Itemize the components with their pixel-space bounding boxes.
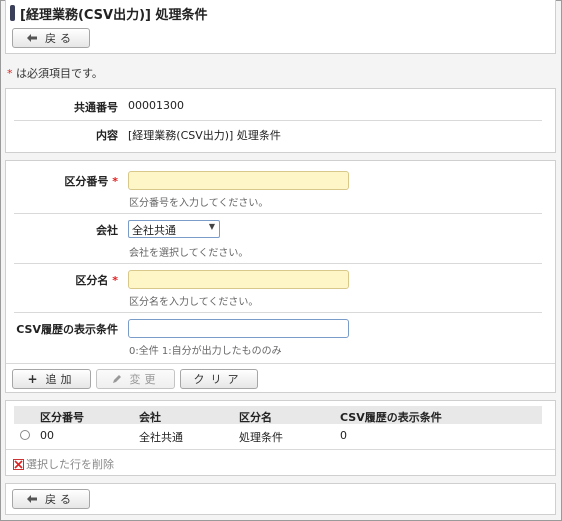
kubun-name-label-text: 区分名: [75, 274, 109, 287]
row-radio[interactable]: [20, 430, 30, 440]
csv-cond-input[interactable]: [128, 319, 349, 338]
dropdown-arrow-icon: ▼: [208, 222, 215, 231]
add-label: 追加: [45, 373, 76, 386]
csv-cond-hint: 0:全件 1:自分が出力したもののみ: [129, 346, 282, 357]
arrow-left-icon: [27, 495, 37, 503]
page-title: [経理業務(CSV出力)] 処理条件: [20, 8, 208, 23]
company-hint: 会社を選択してください。: [129, 248, 249, 259]
edit-button[interactable]: 変更: [96, 369, 175, 389]
cell-kubun-name: 処理条件: [239, 431, 283, 444]
common-no-label: 共通番号: [74, 101, 118, 114]
content-value: [経理業務(CSV出力)] 処理条件: [128, 129, 281, 142]
divider: [14, 213, 542, 214]
company-select[interactable]: 全社共通 ▼: [128, 220, 220, 238]
divider: [14, 120, 542, 121]
divider: [14, 312, 542, 313]
table-header-kubun-no: 区分番号: [40, 411, 84, 424]
delete-label: 選択した行を削除: [26, 458, 114, 471]
kubun-name-hint: 区分名を入力してください。: [129, 297, 259, 308]
kubun-no-label: 区分番号 *: [30, 173, 118, 189]
csv-cond-label: CSV履歴の表示条件: [16, 323, 118, 336]
divider: [14, 263, 542, 264]
required-note: * は必須項目です。: [7, 65, 103, 81]
add-button[interactable]: + 追加: [12, 369, 91, 389]
kubun-no-label-text: 区分番号: [64, 175, 109, 188]
table-header-company: 会社: [139, 411, 161, 424]
clear-label: クリア: [193, 373, 245, 386]
cell-kubun-no: 00: [40, 429, 54, 442]
delete-x-icon: [13, 458, 24, 470]
kubun-name-input[interactable]: [128, 270, 349, 289]
table-header-row: [14, 406, 542, 424]
plus-icon: +: [27, 372, 38, 386]
required-note-text: は必須項目です。: [12, 67, 103, 80]
cell-company: 全社共通: [139, 431, 183, 444]
clear-button[interactable]: クリア: [180, 369, 258, 389]
company-label: 会社: [96, 224, 118, 237]
divider: [6, 363, 555, 364]
divider: [6, 449, 555, 450]
kubun-no-input[interactable]: [128, 171, 349, 190]
delete-selected-link[interactable]: 選択した行を削除: [13, 456, 114, 472]
content-label: 内容: [96, 129, 118, 142]
required-star: *: [112, 175, 118, 188]
company-select-value: 全社共通: [132, 224, 176, 237]
required-star: *: [112, 274, 118, 287]
arrow-left-icon: [27, 34, 37, 42]
edit-label: 変更: [129, 373, 160, 386]
pencil-icon: [112, 374, 122, 384]
table-header-csv-cond: CSV履歴の表示条件: [340, 411, 442, 424]
kubun-no-hint: 区分番号を入力してください。: [129, 198, 269, 209]
back-label: 戻る: [45, 32, 75, 45]
table-header-kubun-name: 区分名: [239, 411, 272, 424]
back-label: 戻る: [45, 493, 75, 506]
back-button-top[interactable]: 戻る: [12, 28, 90, 48]
common-no-value: 00001300: [128, 99, 184, 112]
kubun-name-label: 区分名 *: [30, 272, 118, 288]
cell-csv-cond: 0: [340, 429, 347, 442]
back-button-bottom[interactable]: 戻る: [12, 489, 90, 509]
title-marker: [10, 5, 15, 21]
